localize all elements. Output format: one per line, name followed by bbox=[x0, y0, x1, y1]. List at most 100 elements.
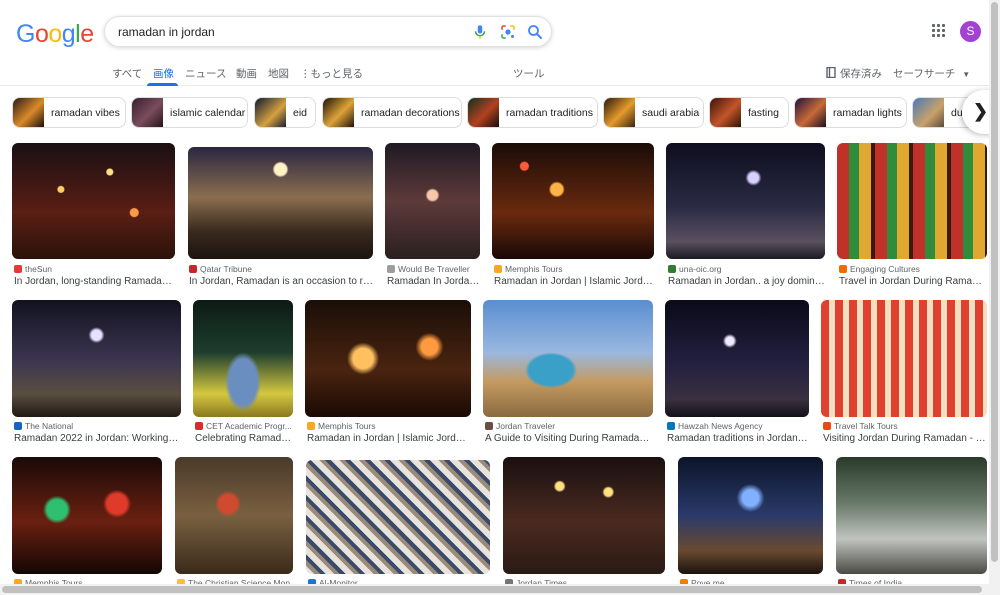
chip-ramadan-traditions[interactable]: ramadan traditions bbox=[467, 97, 598, 128]
result-title[interactable]: Celebrating Ramada... bbox=[195, 433, 293, 444]
tab-news[interactable]: ニュース bbox=[185, 66, 226, 81]
search-box[interactable]: ramadan in jordan bbox=[104, 16, 552, 47]
result-title[interactable]: Ramadan 2022 in Jordan: Working ho... bbox=[14, 433, 181, 444]
tools-button[interactable]: ツール bbox=[513, 66, 545, 81]
result-image[interactable] bbox=[666, 143, 825, 259]
result-title[interactable]: Ramadan in Jordan.. a joy dominat... bbox=[668, 276, 825, 287]
tab-more[interactable]: ⋮もっと見る bbox=[300, 66, 363, 81]
tab-images[interactable]: 画像 bbox=[153, 66, 174, 81]
result-image[interactable] bbox=[175, 457, 293, 574]
chip-label: ramadan traditions bbox=[506, 107, 593, 119]
chip-ramadan-decorations[interactable]: ramadan decorations bbox=[322, 97, 462, 128]
result-card[interactable]: Hawzah News Agency Ramadan traditions in… bbox=[665, 300, 809, 448]
result-source: Qatar Tribune bbox=[189, 264, 373, 274]
result-source-label: Engaging Cultures bbox=[850, 264, 920, 274]
google-logo[interactable]: Google bbox=[16, 20, 94, 49]
search-input[interactable]: ramadan in jordan bbox=[118, 25, 215, 39]
search-icon[interactable] bbox=[526, 23, 544, 41]
result-card[interactable]: Would Be Traveller Ramadan In Jordan ... bbox=[385, 143, 480, 291]
result-image[interactable] bbox=[483, 300, 653, 417]
chip-label: ramadan decorations bbox=[361, 107, 460, 119]
result-source: Travel Talk Tours bbox=[823, 421, 987, 431]
result-image[interactable] bbox=[678, 457, 823, 574]
result-card[interactable]: Qatar Tribune In Jordan, Ramadan is an o… bbox=[187, 143, 373, 291]
search-tabs: すべて 画像 ニュース 動画 地図 ⋮もっと見る ツール 保存済み セーフサーチ… bbox=[0, 60, 1000, 86]
result-image[interactable] bbox=[305, 300, 471, 417]
result-card[interactable]: The National Ramadan 2022 in Jordan: Wor… bbox=[12, 300, 181, 448]
result-card[interactable]: CET Academic Progr... Celebrating Ramada… bbox=[193, 300, 293, 448]
result-source: Engaging Cultures bbox=[839, 264, 987, 274]
lens-icon[interactable] bbox=[499, 23, 517, 41]
bookmark-icon bbox=[826, 66, 836, 79]
chip-islamic-calendar[interactable]: islamic calendar bbox=[131, 97, 248, 128]
result-image[interactable] bbox=[837, 143, 987, 259]
result-source: theSun bbox=[14, 264, 174, 274]
result-source-label: Jordan Traveler bbox=[496, 421, 556, 431]
site-favicon bbox=[307, 422, 315, 430]
site-favicon bbox=[823, 422, 831, 430]
chip-label: islamic calendar bbox=[170, 107, 246, 119]
result-source: Memphis Tours bbox=[494, 264, 654, 274]
saved-label: 保存済み bbox=[840, 68, 882, 80]
safesearch-button[interactable]: セーフサーチ ▼ bbox=[893, 66, 970, 81]
chip-saudi-arabia[interactable]: saudi arabia bbox=[603, 97, 704, 128]
tab-videos[interactable]: 動画 bbox=[236, 66, 257, 81]
result-image[interactable] bbox=[492, 143, 654, 259]
result-card[interactable]: una-oic.org Ramadan in Jordan.. a joy do… bbox=[666, 143, 825, 291]
chip-eid[interactable]: eid bbox=[254, 97, 316, 128]
vertical-scrollbar[interactable] bbox=[989, 0, 1000, 595]
result-image[interactable] bbox=[306, 460, 490, 574]
result-source-label: Memphis Tours bbox=[505, 264, 563, 274]
result-image[interactable] bbox=[12, 143, 175, 259]
result-card[interactable]: Memphis Tours bbox=[12, 457, 162, 588]
chip-ramadan-lights[interactable]: ramadan lights bbox=[794, 97, 907, 128]
microphone-icon[interactable] bbox=[471, 23, 489, 41]
tab-more-label: もっと見る bbox=[310, 68, 364, 80]
avatar[interactable]: S bbox=[960, 21, 981, 42]
result-title[interactable]: A Guide to Visiting During Ramadan i... bbox=[485, 433, 653, 444]
result-card[interactable]: Pove.me bbox=[678, 457, 823, 588]
tab-all[interactable]: すべて bbox=[112, 66, 142, 81]
result-source-label: Travel Talk Tours bbox=[834, 421, 898, 431]
site-favicon bbox=[485, 422, 493, 430]
result-card[interactable]: theSun In Jordan, long-standing Ramadan … bbox=[12, 143, 175, 291]
result-title[interactable]: Ramadan In Jordan ... bbox=[387, 276, 480, 287]
result-card[interactable]: Jordan Traveler A Guide to Visiting Duri… bbox=[483, 300, 653, 448]
result-title[interactable]: In Jordan, Ramadan is an occasion to rev… bbox=[189, 276, 373, 287]
result-image[interactable] bbox=[193, 300, 293, 417]
result-card[interactable]: Jordan Times bbox=[503, 457, 665, 588]
result-title[interactable]: Ramadan in Jordan | Islamic Jordan... bbox=[494, 276, 654, 287]
result-image[interactable] bbox=[12, 300, 181, 417]
result-title[interactable]: Ramadan in Jordan | Islamic Jordan |... bbox=[307, 433, 471, 444]
result-card[interactable]: Engaging Cultures Travel in Jordan Durin… bbox=[837, 143, 987, 291]
result-title[interactable]: Travel in Jordan During Ramadan... bbox=[839, 276, 987, 287]
result-title[interactable]: Ramadan traditions in Jordan, f... bbox=[667, 433, 809, 444]
result-card[interactable]: Memphis Tours Ramadan in Jordan | Islami… bbox=[492, 143, 654, 291]
saved-button[interactable]: 保存済み bbox=[826, 66, 882, 81]
result-title[interactable]: In Jordan, long-standing Ramadan tr... bbox=[14, 276, 174, 287]
result-card[interactable]: Times of India bbox=[836, 457, 987, 588]
result-title[interactable]: Visiting Jordan During Ramadan - Co... bbox=[823, 433, 987, 444]
result-image[interactable] bbox=[503, 457, 665, 574]
chip-fasting[interactable]: fasting bbox=[709, 97, 789, 128]
result-image[interactable] bbox=[12, 457, 162, 574]
chip-ramadan-vibes[interactable]: ramadan vibes bbox=[12, 97, 126, 128]
header: Google ramadan in jordan S bbox=[0, 0, 1000, 60]
result-image[interactable] bbox=[821, 300, 987, 417]
result-image[interactable] bbox=[665, 300, 809, 417]
result-card[interactable]: Al-Monitor bbox=[306, 460, 490, 588]
result-image[interactable] bbox=[836, 457, 987, 574]
result-image[interactable] bbox=[188, 147, 373, 259]
result-card[interactable]: Memphis Tours Ramadan in Jordan | Islami… bbox=[305, 300, 471, 448]
result-card[interactable]: The Christian Science Mon... bbox=[175, 457, 293, 588]
result-image[interactable] bbox=[385, 143, 480, 259]
tab-maps[interactable]: 地図 bbox=[268, 66, 289, 81]
vertical-scroll-thumb[interactable] bbox=[991, 2, 998, 562]
horizontal-scrollbar[interactable] bbox=[0, 584, 989, 595]
horizontal-scroll-thumb[interactable] bbox=[2, 586, 982, 593]
chip-label: ramadan lights bbox=[833, 107, 902, 119]
apps-grid-icon[interactable] bbox=[932, 24, 946, 38]
chip-label: ramadan vibes bbox=[51, 107, 120, 119]
result-source: Memphis Tours bbox=[307, 421, 471, 431]
result-card[interactable]: Travel Talk Tours Visiting Jordan During… bbox=[821, 300, 987, 448]
